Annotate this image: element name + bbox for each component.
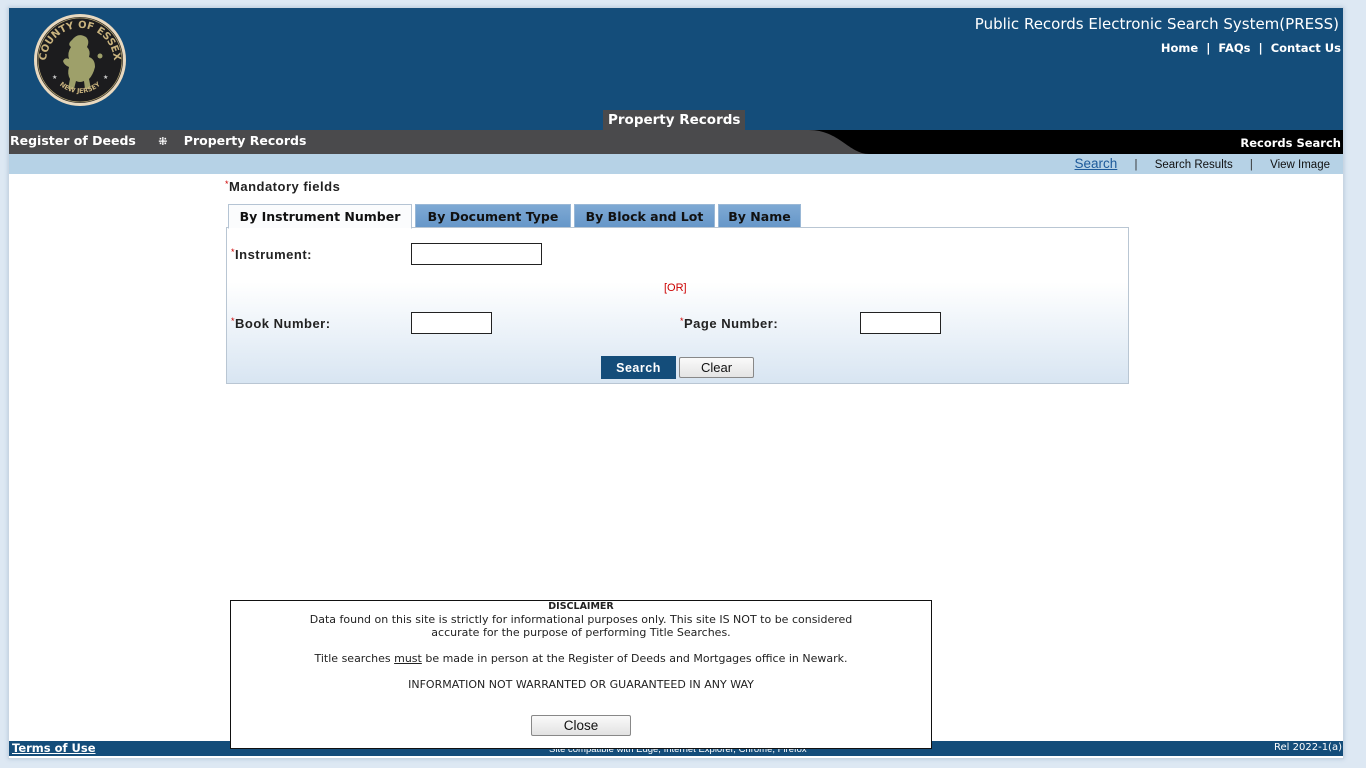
subnav-separator: | (1249, 159, 1253, 171)
home-link[interactable]: Home (1161, 41, 1198, 55)
subnav-search-results[interactable]: Search Results (1155, 159, 1233, 171)
subnav-search[interactable]: Search (1075, 156, 1118, 171)
app-title: Public Records Electronic Search System(… (974, 15, 1339, 33)
disclaimer-line-3: Title searches must be made in person at… (231, 652, 931, 665)
mandatory-fields-text: Mandatory fields (229, 179, 341, 194)
subnav-separator: | (1134, 159, 1138, 171)
instrument-search-form: *Instrument: [OR] *Book Number: *Page Nu… (226, 227, 1129, 384)
tab-by-document-type[interactable]: By Document Type (415, 204, 571, 228)
link-separator: | (1206, 41, 1211, 55)
breadcrumb-bar: Register of Deeds ⁜ Property Records Rec… (9, 130, 1343, 154)
instrument-input[interactable] (411, 243, 542, 265)
search-subnav: Search | Search Results | View Image (9, 154, 1343, 174)
disclaimer-title: DISCLAIMER (548, 601, 614, 612)
clear-button[interactable]: Clear (679, 357, 754, 378)
faqs-link[interactable]: FAQs (1218, 41, 1250, 55)
link-separator: | (1258, 41, 1263, 55)
tab-by-block-and-lot[interactable]: By Block and Lot (574, 204, 715, 228)
contact-us-link[interactable]: Contact Us (1271, 41, 1341, 55)
disclaimer-close-button[interactable]: Close (531, 715, 631, 736)
svg-text:★: ★ (52, 74, 57, 81)
tab-by-instrument-number[interactable]: By Instrument Number (228, 204, 412, 229)
breadcrumb-register-of-deeds[interactable]: Register of Deeds (10, 133, 136, 148)
subnav-view-image[interactable]: View Image (1270, 159, 1330, 171)
disclaimer-line-1: Data found on this site is strictly for … (309, 613, 853, 626)
or-separator: [OR] (664, 282, 687, 294)
section-tab-property-records: Property Records (603, 110, 746, 130)
instrument-label-text: Instrument: (235, 247, 313, 262)
disclaimer-line-2: accurate for the purpose of performing T… (431, 626, 731, 639)
records-search-label: Records Search (1240, 136, 1341, 150)
county-seal-logo[interactable]: ★ ★ COUNTY OF ESSEX NEW JERSEY (32, 12, 128, 108)
breadcrumb-separator-icon: ⁜ (158, 135, 168, 148)
book-number-label-text: Book Number: (235, 316, 331, 331)
disclaimer-dialog: DISCLAIMER Data found on this site is st… (230, 600, 932, 749)
book-number-label: *Book Number: (231, 316, 331, 331)
page-number-input[interactable] (860, 312, 941, 334)
disclaimer-line-4: INFORMATION NOT WARRANTED OR GUARANTEED … (408, 678, 754, 691)
terms-of-use-link[interactable]: Terms of Use (12, 741, 96, 755)
svg-text:★: ★ (103, 74, 108, 81)
breadcrumb: Register of Deeds ⁜ Property Records (10, 133, 306, 148)
page-number-label-text: Page Number: (684, 316, 779, 331)
disclaimer-line-3-post: be made in person at the Register of Dee… (421, 652, 848, 665)
disclaimer-line-3-pre: Title searches (314, 652, 395, 665)
tab-by-name[interactable]: By Name (718, 204, 801, 228)
search-button[interactable]: Search (601, 356, 676, 379)
page-number-label: *Page Number: (680, 316, 778, 331)
top-links: Home | FAQs | Contact Us (1161, 41, 1341, 55)
breadcrumb-property-records[interactable]: Property Records (184, 133, 307, 148)
release-version: Rel 2022-1(a) (1274, 742, 1342, 753)
instrument-label: *Instrument: (231, 247, 312, 262)
disclaimer-line-3-emphasis: must (394, 652, 422, 665)
book-number-input[interactable] (411, 312, 492, 334)
site-header: ★ ★ COUNTY OF ESSEX NEW JERSEY Public Re… (9, 8, 1343, 130)
mandatory-fields-note: *Mandatory fields (225, 179, 340, 194)
